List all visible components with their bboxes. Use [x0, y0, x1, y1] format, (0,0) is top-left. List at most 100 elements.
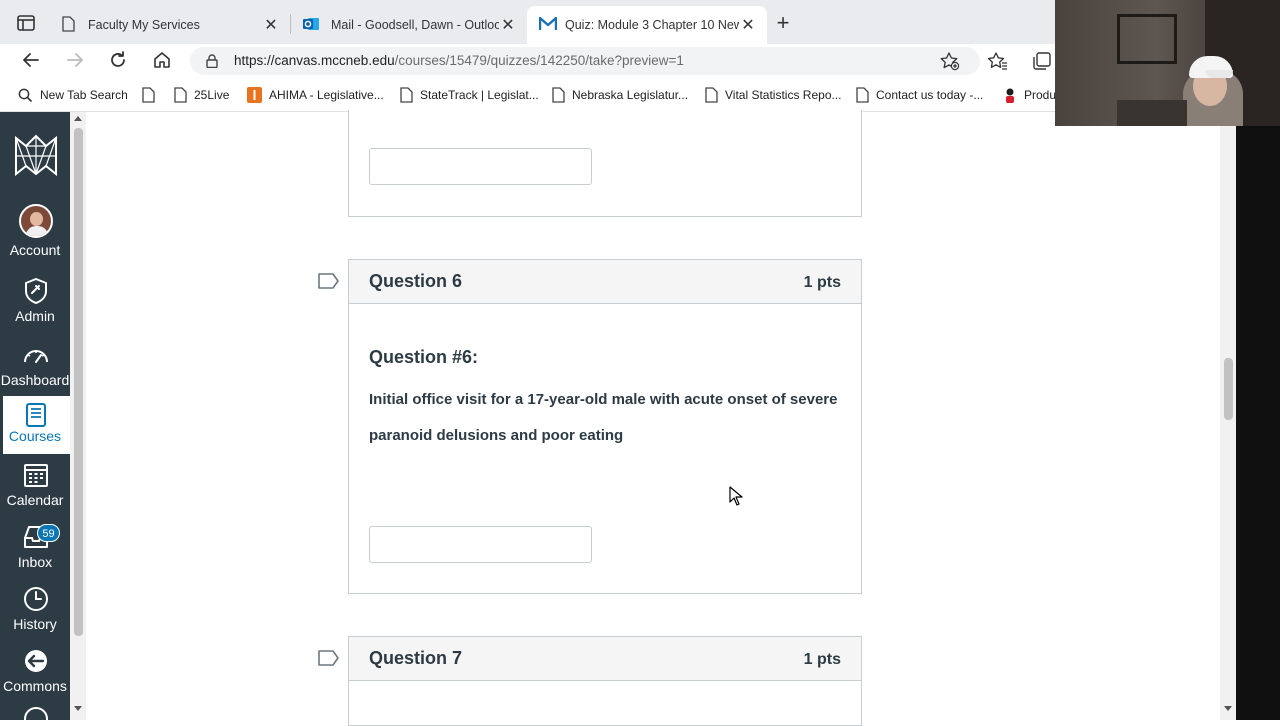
bookmark-new-tab-search[interactable]: New Tab Search	[18, 85, 128, 105]
book-icon	[26, 403, 46, 427]
bookmark-contact-us[interactable]: Contact us today -...	[856, 85, 983, 105]
bookmark-blank[interactable]	[142, 85, 162, 105]
nav-scrollbar[interactable]	[70, 112, 86, 720]
new-tab-icon[interactable]: +	[773, 12, 793, 34]
url-host: https://canvas.mccneb.edu	[234, 53, 395, 68]
bookmark-vital-statistics[interactable]: Vital Statistics Repo...	[705, 85, 842, 105]
back-icon[interactable]	[21, 50, 41, 75]
address-bar[interactable]: https://canvas.mccneb.edu/courses/15479/…	[190, 47, 980, 75]
lock-icon[interactable]	[206, 54, 218, 73]
question-points: 1 pts	[803, 274, 841, 291]
flag-question-icon[interactable]	[318, 650, 340, 666]
canvas-logo-icon[interactable]	[12, 130, 60, 178]
scroll-up-arrow-icon[interactable]	[74, 116, 82, 121]
nav-label: Calendar	[6, 492, 64, 508]
bookmark-label: AHIMA - Legislative...	[269, 88, 384, 102]
tab-faculty-services[interactable]: Faculty My Services ✕	[50, 6, 290, 44]
bookmark-label: Produ	[1024, 88, 1057, 102]
calendar-icon	[24, 464, 48, 487]
question-6-card: Question 6 1 pts Question #6: Initial of…	[348, 259, 862, 594]
answer-input[interactable]	[369, 526, 592, 563]
nav-courses[interactable]: Courses	[3, 396, 70, 454]
tab-actions-icon[interactable]	[17, 15, 35, 31]
nav-label: Dashboard	[0, 372, 70, 388]
question-text: Initial office visit for a 17-year-old m…	[369, 391, 838, 444]
url-path: /courses/15479/quizzes/142250/take?previ…	[394, 53, 684, 68]
answer-input[interactable]	[369, 148, 592, 185]
webcam-overlay	[1055, 0, 1280, 126]
bookmark-statetrack[interactable]: StateTrack | Legislat...	[400, 85, 539, 105]
nav-admin[interactable]: Admin	[0, 274, 70, 334]
page-icon	[705, 87, 718, 103]
commons-icon	[25, 650, 47, 672]
bookmark-ahima[interactable]: AHIMA - Legislative...	[247, 85, 384, 105]
tab-title: Mail - Goodsell, Dawn - Outlook	[331, 18, 499, 32]
shield-icon	[25, 278, 47, 304]
add-favorite-icon[interactable]	[940, 52, 960, 76]
screen-edge	[1236, 112, 1280, 720]
favorites-icon[interactable]	[987, 51, 1008, 76]
question-points: 1 pts	[803, 651, 841, 668]
product-icon	[1006, 88, 1014, 103]
bookmark-nebraska-legislature[interactable]: Nebraska Legislatur...	[552, 85, 688, 105]
quiz-content: Question 6 1 pts Question #6: Initial of…	[86, 110, 1220, 726]
url-text: https://canvas.mccneb.edu/courses/15479/…	[234, 53, 684, 68]
question-header: Question 6 1 pts	[349, 260, 861, 304]
bookmark-produ[interactable]: Produ	[1003, 85, 1056, 105]
question-header: Question 7 1 pts	[349, 637, 861, 681]
nav-label: Account	[9, 242, 61, 258]
tab-quiz[interactable]: Quiz: Module 3 Chapter 10 New ✕	[527, 6, 767, 44]
nav-commons[interactable]: Commons	[0, 644, 70, 704]
global-navigation: Account Admin Dashboard Courses Calendar…	[0, 112, 70, 720]
close-icon[interactable]: ✕	[499, 15, 517, 35]
help-icon[interactable]	[23, 706, 49, 720]
scroll-down-arrow-icon[interactable]	[1224, 706, 1232, 711]
nav-account[interactable]: Account	[0, 202, 70, 262]
home-icon[interactable]	[152, 50, 172, 75]
dashboard-icon	[24, 350, 48, 363]
question-name: Question 6	[369, 271, 463, 291]
nav-label: Inbox	[17, 554, 53, 570]
bookmark-25live[interactable]: 25Live	[174, 85, 229, 105]
inbox-unread-badge: 59	[37, 524, 60, 542]
search-icon	[18, 88, 33, 102]
page-icon	[174, 87, 187, 103]
scrollbar-thumb[interactable]	[1224, 358, 1233, 420]
close-icon[interactable]: ✕	[739, 15, 757, 35]
collections-icon[interactable]	[1032, 51, 1052, 76]
page-scrollbar[interactable]	[1220, 112, 1236, 720]
nav-dashboard[interactable]: Dashboard	[0, 338, 70, 398]
clock-icon	[24, 587, 48, 611]
page-icon	[62, 15, 78, 35]
page-icon	[552, 87, 565, 103]
bookmark-label: 25Live	[194, 88, 230, 102]
flag-question-icon[interactable]	[318, 273, 340, 289]
ahima-icon	[247, 87, 262, 103]
nav-label: History	[13, 616, 57, 632]
scrollbar-thumb[interactable]	[74, 128, 83, 636]
nav-inbox[interactable]: 59 Inbox	[0, 520, 70, 580]
bookmark-label: Vital Statistics Repo...	[725, 88, 842, 102]
outlook-icon	[303, 16, 321, 35]
nav-label: Admin	[15, 308, 55, 324]
tab-title: Faculty My Services	[88, 18, 200, 32]
canvas-icon	[538, 16, 558, 34]
scroll-down-arrow-icon[interactable]	[74, 706, 82, 711]
nav-calendar[interactable]: Calendar	[0, 458, 70, 518]
nav-label: Courses	[8, 428, 62, 444]
page-icon	[400, 87, 413, 103]
question-7-card: Question 7 1 pts	[348, 636, 862, 726]
bookmark-label: New Tab Search	[40, 88, 128, 102]
mouse-cursor-icon	[729, 486, 743, 506]
forward-icon[interactable]	[65, 50, 85, 75]
nav-label: Commons	[3, 678, 67, 694]
question-title: Question #6:	[369, 347, 479, 367]
question-name: Question 7	[369, 648, 463, 668]
tab-outlook-mail[interactable]: Mail - Goodsell, Dawn - Outlook ✕	[291, 6, 527, 44]
page-icon	[856, 87, 869, 103]
close-icon[interactable]: ✕	[262, 15, 280, 35]
nav-history[interactable]: History	[0, 582, 70, 642]
avatar	[19, 204, 53, 238]
refresh-icon[interactable]	[108, 50, 128, 75]
tab-title: Quiz: Module 3 Chapter 10 New	[565, 18, 739, 32]
